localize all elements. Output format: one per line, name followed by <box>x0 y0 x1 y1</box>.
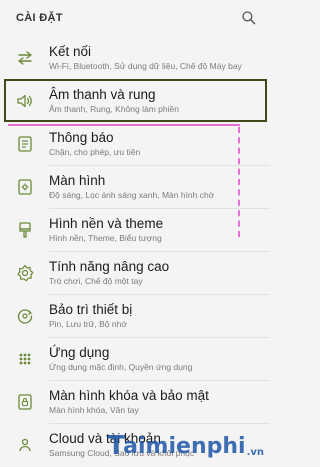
item-title: Thông báo <box>49 129 114 145</box>
cloud-icon <box>14 434 36 456</box>
settings-item-maintenance[interactable]: Bảo trì thiết bị Pin, Lưu trữ, Bộ nhớ <box>0 294 270 337</box>
apps-icon <box>14 348 36 370</box>
item-subtitle: Hình nền, Theme, Biểu tượng <box>49 232 162 243</box>
advanced-features-icon <box>14 262 36 284</box>
item-title: Màn hình khóa và bảo mật <box>49 387 209 403</box>
item-subtitle: Ứng dụng mặc định, Quyền ứng dụng <box>49 361 193 372</box>
watermark-logo: T aimienphi .vn <box>107 431 264 461</box>
item-title: Màn hình <box>49 172 106 188</box>
search-icon <box>242 11 256 25</box>
item-subtitle: Wi-Fi, Bluetooth, Sử dụng dữ liệu, Chế đ… <box>49 60 242 71</box>
display-icon <box>14 176 36 198</box>
overlay-dashed-line <box>238 127 240 237</box>
item-title: Kết nối <box>49 43 92 59</box>
volume-icon <box>14 90 36 112</box>
overlay-line <box>8 124 240 126</box>
notifications-icon <box>14 133 36 155</box>
watermark-text: aimienphi <box>123 433 246 459</box>
item-subtitle: Trò chơi, Chế độ một tay <box>49 275 143 286</box>
settings-item-advanced[interactable]: Tính năng nâng cao Trò chơi, Chế độ một … <box>0 251 270 294</box>
item-title: Ứng dụng <box>49 344 110 360</box>
settings-item-notifications[interactable]: Thông báo Chặn, cho phép, ưu tiên <box>0 122 270 165</box>
item-title: Hình nền và theme <box>49 215 164 231</box>
item-title: Bảo trì thiết bị <box>49 301 133 317</box>
item-title: Âm thanh và rung <box>49 86 156 102</box>
item-subtitle: Chặn, cho phép, ưu tiên <box>49 146 141 157</box>
item-subtitle: Âm thanh, Rung, Không làm phiền <box>49 103 179 114</box>
item-subtitle: Màn hình khóa, Vân tay <box>49 404 139 415</box>
item-subtitle: Độ sáng, Lọc ánh sáng xanh, Màn hình chờ <box>49 189 215 200</box>
settings-list: Kết nối Wi-Fi, Bluetooth, Sử dụng dữ liệ… <box>0 36 270 466</box>
page-title: CÀI ĐẶT <box>16 12 63 24</box>
item-subtitle: Pin, Lưu trữ, Bộ nhớ <box>49 318 127 329</box>
search-button[interactable] <box>240 9 258 27</box>
item-title: Tính năng nâng cao <box>49 258 170 274</box>
settings-item-connections[interactable]: Kết nối Wi-Fi, Bluetooth, Sử dụng dữ liệ… <box>0 36 270 79</box>
watermark-suffix: .vn <box>246 447 264 458</box>
lock-screen-icon <box>14 391 36 413</box>
connections-icon <box>14 47 36 69</box>
header: CÀI ĐẶT <box>0 0 270 36</box>
settings-item-apps[interactable]: Ứng dụng Ứng dụng mặc định, Quyền ứng dụ… <box>0 337 270 380</box>
device-maintenance-icon <box>14 305 36 327</box>
settings-item-lockscreen[interactable]: Màn hình khóa và bảo mật Màn hình khóa, … <box>0 380 270 423</box>
wallpaper-brush-icon <box>14 219 36 241</box>
settings-item-sound[interactable]: Âm thanh và rung Âm thanh, Rung, Không l… <box>4 79 267 122</box>
settings-item-display[interactable]: Màn hình Độ sáng, Lọc ánh sáng xanh, Màn… <box>0 165 270 208</box>
settings-item-wallpaper[interactable]: Hình nền và theme Hình nền, Theme, Biểu … <box>0 208 270 251</box>
